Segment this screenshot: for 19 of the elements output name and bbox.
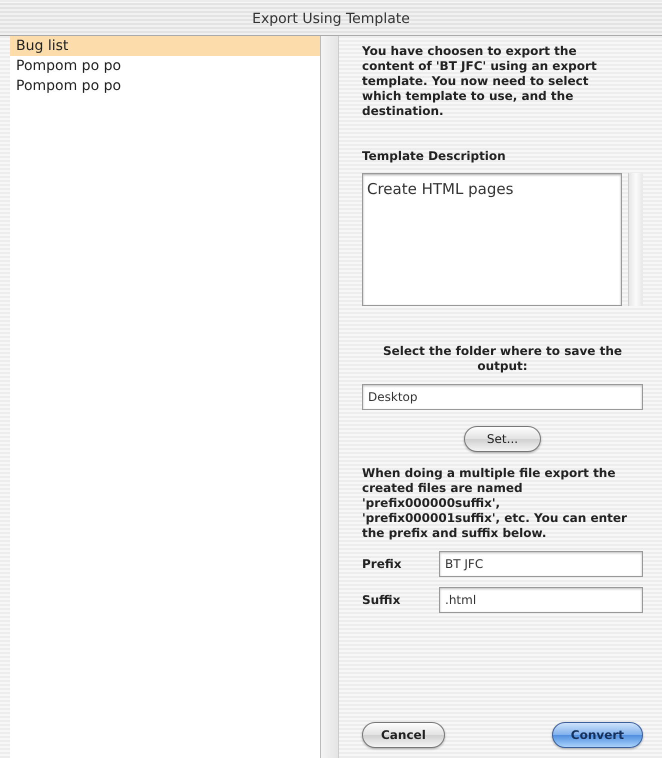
description-label: Template Description (362, 149, 507, 163)
splitter[interactable] (321, 36, 339, 758)
description-field[interactable]: Create HTML pages (362, 173, 622, 306)
set-button[interactable]: Set... (464, 426, 542, 452)
cancel-button[interactable]: Cancel (362, 722, 445, 748)
default-button[interactable]: Convert (552, 722, 643, 748)
list-item[interactable]: Bug list (10, 36, 320, 56)
intro-text: You have choosen to export the content of 'BT JFC' using an export template. You now need to select which template to use, and the destination. (362, 44, 598, 119)
folder-field[interactable]: Desktop (362, 384, 643, 410)
window-title: Export Using Template (0, 3, 662, 36)
folder-label: Select the folder where to save the output: (382, 344, 623, 374)
list-item[interactable]: Pompom po po (10, 56, 320, 76)
scrollbar[interactable] (628, 173, 643, 306)
text-field[interactable]: BT JFC (439, 551, 643, 577)
naming-text: When doing a multiple file export the created files are named 'prefix000000suffix', 'prefix000001suffix', etc. You can enter the prefix and suffix below. (362, 466, 628, 541)
list-item[interactable]: Pompom po po (10, 76, 320, 96)
text-field[interactable]: .html (439, 587, 643, 613)
field-label: Prefix (362, 557, 402, 571)
field-label: Suffix (362, 593, 402, 607)
